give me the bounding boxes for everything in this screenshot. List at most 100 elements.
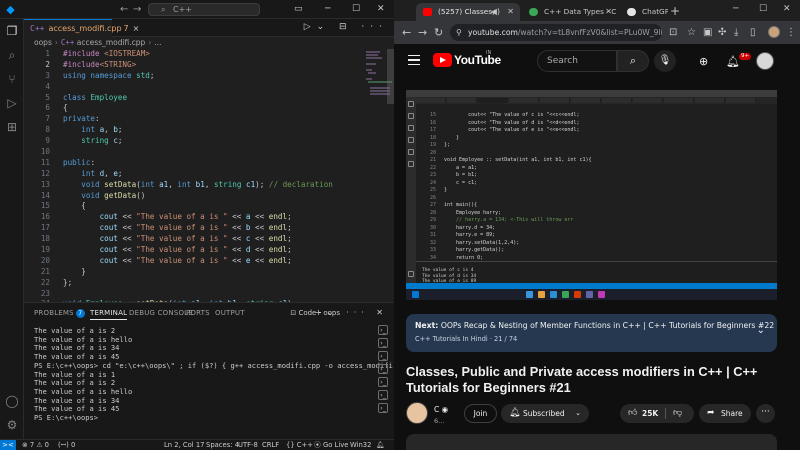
hamburger-menu-icon[interactable] (408, 55, 420, 65)
menu-kebab-icon[interactable]: ⋮ (786, 26, 796, 39)
tab-close-icon[interactable]: ✕ (507, 3, 514, 21)
code-line[interactable]: 1 #include <IOSTREAM> (24, 49, 379, 60)
more-actions-icon[interactable]: ··· (756, 404, 775, 423)
minimize-icon[interactable]: ─ (733, 4, 738, 14)
site-info-icon[interactable]: ⚲ (456, 24, 462, 41)
code-line[interactable]: 15 { (24, 201, 379, 212)
terminal-instance-icon[interactable]: ›_ (378, 338, 388, 348)
minimap[interactable] (364, 49, 394, 302)
browser-tab-youtube[interactable]: (5257) Classes, ◀) ✕ (416, 3, 520, 21)
notifications-bell-icon[interactable]: 🔔︎ (376, 440, 385, 450)
terminal-instance-icon[interactable]: ›_ (378, 390, 388, 400)
status-language[interactable]: {} C++ (286, 440, 313, 450)
extensions-icon[interactable]: ⊞ (4, 119, 20, 135)
code-line[interactable]: 11 public: (24, 158, 379, 169)
channel-name[interactable]: C ◉ (434, 405, 448, 414)
forward-arrow-icon[interactable]: → (133, 3, 141, 16)
code-line[interactable]: 14 void getData() (24, 191, 379, 202)
dislike-thumb-icon[interactable]: 👎︎ (673, 404, 682, 423)
join-button[interactable]: Join (464, 404, 497, 423)
new-tab-plus-icon[interactable]: + (670, 4, 680, 18)
tab-close-icon[interactable]: ✕ (605, 3, 612, 21)
back-arrow-icon[interactable]: ← (120, 3, 128, 16)
status-platform[interactable]: Win32 (350, 440, 371, 450)
code-line[interactable]: 9 string c; (24, 136, 379, 147)
status-indentation[interactable]: Spaces: 4 (206, 440, 239, 450)
code-line[interactable]: 20 cout << "The value of a is " << e << … (24, 256, 379, 267)
search-icon[interactable]: ⌕ (4, 47, 20, 63)
status-ports[interactable]: (ꟷ) 0 (58, 440, 75, 450)
audio-playing-icon[interactable]: ◀) (491, 3, 500, 21)
tab-terminal[interactable]: TERMINAL (90, 309, 128, 320)
minimize-icon[interactable]: ─ (325, 3, 330, 16)
status-encoding[interactable]: UTF-8 (238, 440, 258, 450)
code-line[interactable]: 16 cout << "The value of a is " << a << … (24, 212, 379, 223)
account-icon[interactable]: ◯ (4, 393, 20, 409)
status-cursor-position[interactable]: Ln 2, Col 17 (164, 440, 205, 450)
code-line[interactable]: 3 using namespace std; (24, 71, 379, 82)
tab-close-icon[interactable]: × (133, 24, 140, 33)
status-eol[interactable]: CRLF (262, 440, 279, 450)
share-button[interactable]: ➦ Share (699, 404, 751, 423)
code-line[interactable]: 23 (24, 289, 379, 300)
code-line[interactable]: 2 #include<STRING> (24, 60, 379, 71)
youtube-logo-icon[interactable] (433, 53, 452, 67)
notifications-bell-icon[interactable]: 🔔︎ (726, 56, 740, 68)
subscribed-button[interactable]: 🔔︎ Subscribed ⌄ (501, 404, 589, 423)
terminal-instance-icon[interactable]: ›_ (378, 403, 388, 413)
editor-actions[interactable]: ▷⌄ ⊟ ··· (304, 22, 388, 32)
layout-toggle-icon[interactable]: ▭ (294, 3, 303, 16)
sidebar-icon[interactable]: ▯ (750, 26, 756, 39)
terminal-instance-icon[interactable]: ›_ (378, 364, 388, 374)
code-line[interactable]: 5 class Employee (24, 93, 379, 104)
explorer-icon[interactable]: ❐ (4, 23, 20, 39)
install-app-icon[interactable]: ⊡ (669, 26, 677, 39)
browser-tab-cpp-data-types[interactable]: C++ Data Types - C ✕ (522, 3, 618, 21)
tab-output[interactable]: OUTPUT (215, 309, 245, 317)
close-icon[interactable]: ✕ (377, 3, 385, 16)
voice-search-mic-icon[interactable]: 🎙︎ (654, 50, 676, 72)
code-lines[interactable]: 1 #include <IOSTREAM> 2 #include<STRING> 3 us… (24, 49, 379, 302)
chevron-down-icon[interactable]: ⌄ (757, 325, 765, 336)
youtube-wordmark[interactable]: YouTube (454, 53, 501, 67)
search-input[interactable]: Search (537, 50, 617, 72)
back-arrow-icon[interactable]: ← (402, 26, 411, 39)
terminal-instance-icon[interactable]: ›_ (378, 325, 388, 335)
bookmark-star-icon[interactable]: ☆ (687, 26, 696, 39)
tab-access-modifi[interactable]: C++ access_modifi.cpp 7 × (24, 19, 139, 37)
like-thumb-icon[interactable]: 👍︎ (628, 404, 637, 423)
tab-problems[interactable]: PROBLEMS 7 (34, 309, 85, 318)
code-line[interactable]: 10 (24, 147, 379, 158)
remote-indicator-icon[interactable]: >< (0, 440, 16, 450)
code-line[interactable]: 7 private: (24, 114, 379, 125)
code-line[interactable]: 12 int d, e; (24, 169, 379, 180)
terminal-instance-icon[interactable]: ›_ (378, 377, 388, 387)
reload-icon[interactable]: ↻ (434, 26, 443, 39)
browser-tab-chatgpt[interactable]: ChatGPT (620, 3, 668, 21)
code-line[interactable]: 8 int a, b; (24, 125, 379, 136)
extensions-puzzle-icon[interactable]: ✣ (718, 26, 726, 39)
tab-debug-console[interactable]: DEBUG CONSOLE (129, 309, 193, 317)
video-player[interactable]: 15 cout<< "The value of c is "<<c<<endl;… (406, 90, 777, 300)
code-line[interactable]: 19 cout << "The value of a is " << d << … (24, 245, 379, 256)
maximize-icon[interactable]: ☐ (352, 3, 360, 16)
terminal-output[interactable]: The value of a is 2 The value of a is hel… (34, 326, 529, 423)
code-line[interactable]: 18 cout << "The value of a is " << c << … (24, 234, 379, 245)
breadcrumb-more[interactable]: ... (154, 38, 161, 47)
breadcrumb-file[interactable]: access_modifi.cpp (77, 38, 146, 47)
forward-arrow-icon[interactable]: → (418, 26, 427, 39)
code-line[interactable]: 6{ (24, 103, 379, 114)
maximize-icon[interactable]: ☐ (759, 4, 767, 14)
create-video-icon[interactable]: ⊕ (699, 56, 708, 68)
download-icon[interactable]: ⤓ (734, 26, 738, 39)
status-go-live[interactable]: ⦿ Go Live (314, 440, 348, 450)
terminal-actions[interactable]: +⌄ ··· ✕ (315, 308, 388, 317)
status-problems[interactable]: ⊗ 7 ⚠ 0 (22, 440, 49, 450)
like-count[interactable]: 25K (642, 404, 658, 423)
address-bar[interactable]: ⚲ youtube.com/watch?v=tL8vnfFzV0&list=PL… (450, 24, 662, 41)
channel-avatar[interactable] (406, 402, 428, 424)
account-avatar[interactable] (756, 52, 774, 70)
breadcrumb-folder[interactable]: oops (34, 38, 52, 47)
next-video-card[interactable]: Next: OOPs Recap & Nesting of Member Fun… (406, 314, 777, 352)
close-icon[interactable]: ✕ (783, 4, 791, 14)
